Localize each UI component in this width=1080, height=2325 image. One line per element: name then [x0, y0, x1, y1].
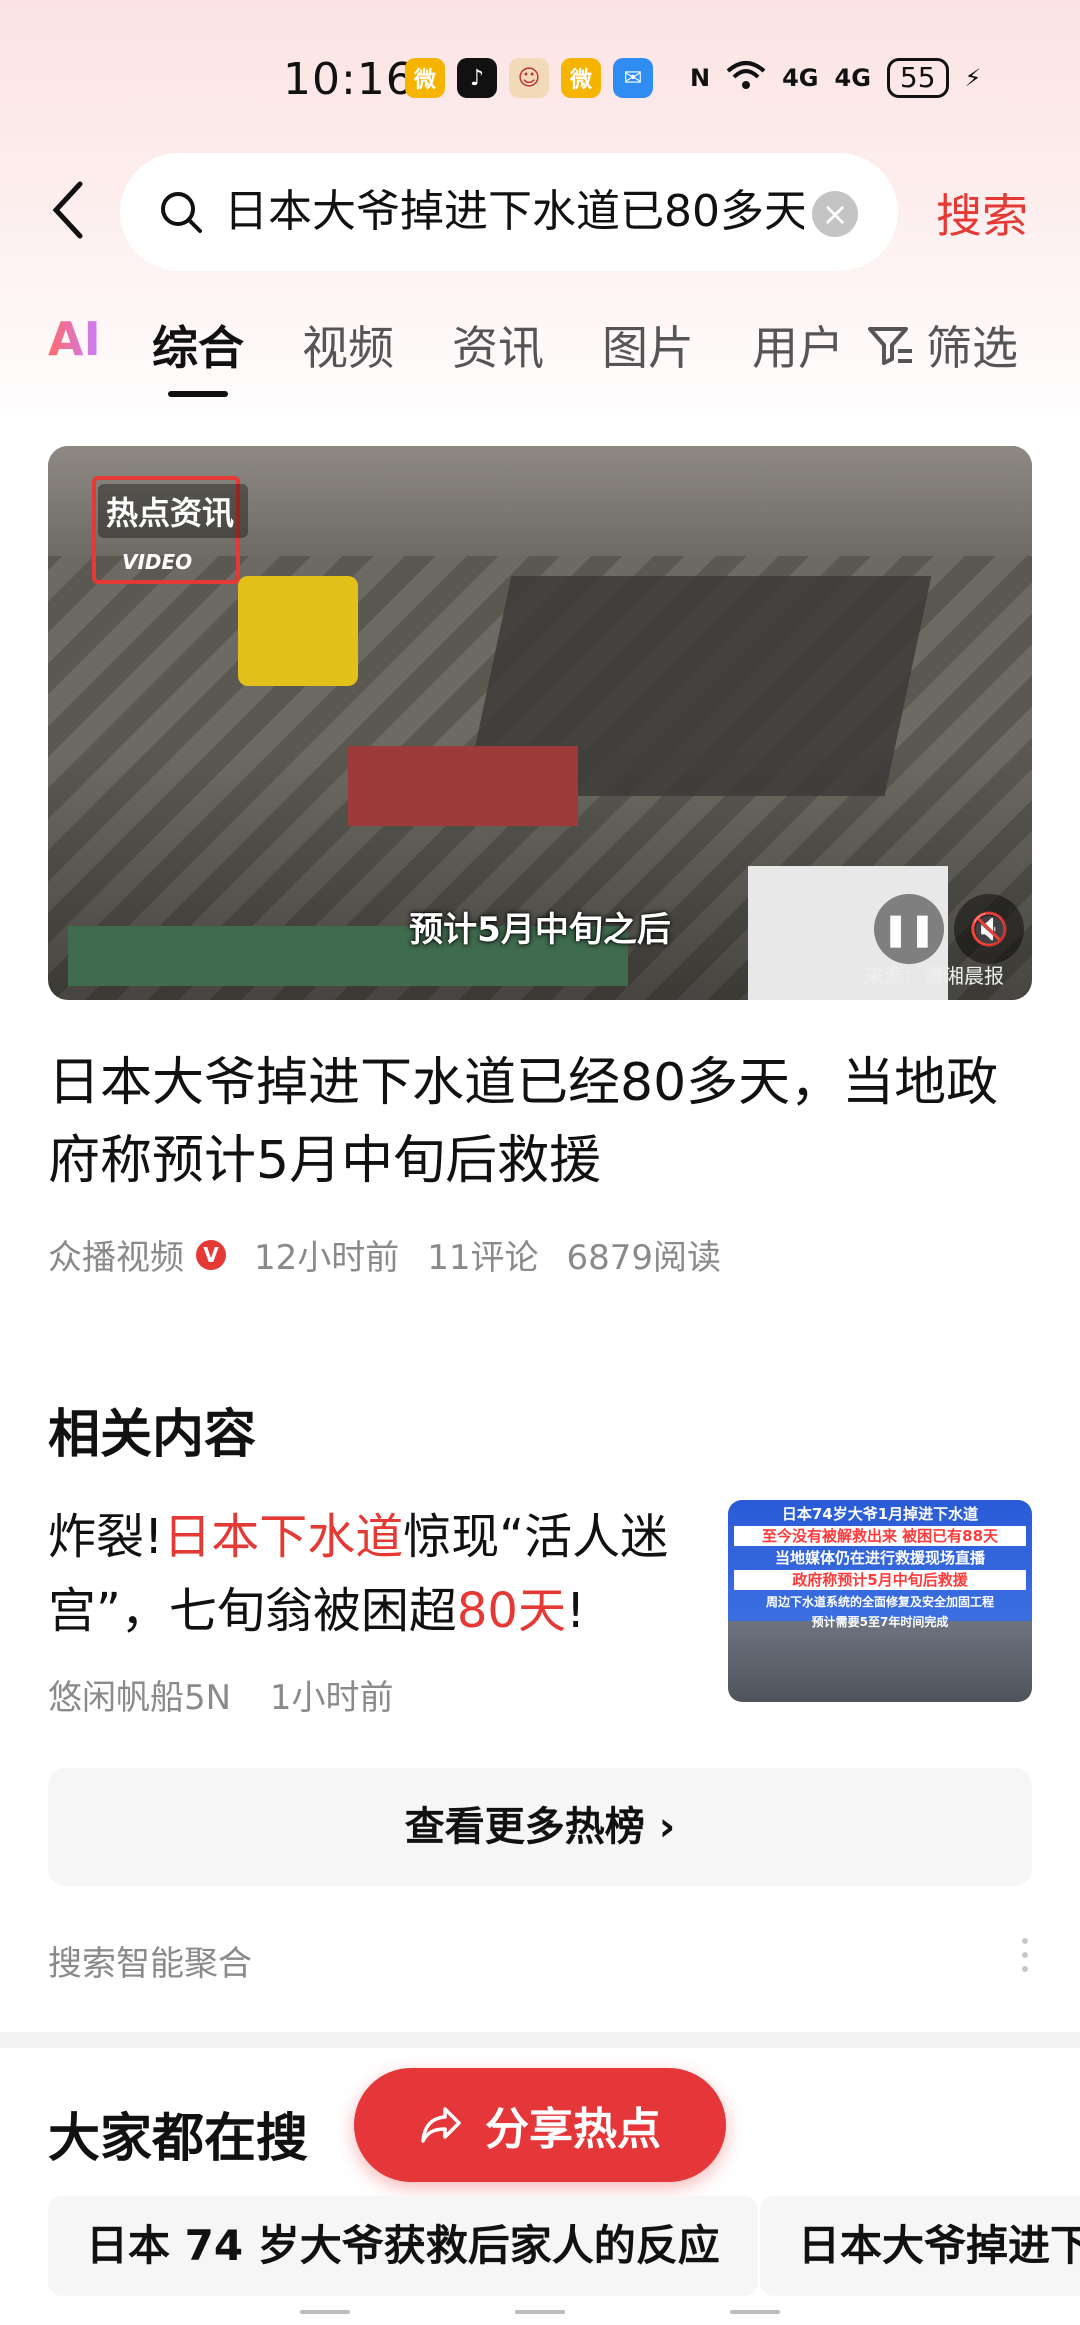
active-tab-indicator: [168, 391, 228, 397]
search-input[interactable]: 日本大爷掉进下水道已80多天: [224, 183, 804, 241]
related-author: 悠闲帆船5N: [48, 1678, 232, 1718]
search-suggestion-chip[interactable]: 日本 74 岁大爷获救后家人的反应: [48, 2196, 758, 2296]
wifi-icon: [726, 59, 766, 97]
tab-ai[interactable]: AI: [48, 312, 101, 366]
thumb-caption: 当地媒体仍在进行救援现场直播: [774, 1549, 985, 1567]
related-item-meta: 悠闲帆船5N 1小时前: [48, 1670, 422, 1719]
related-time: 1小时前: [269, 1678, 394, 1718]
tab-comprehensive[interactable]: 综合: [152, 312, 244, 378]
chevron-right-icon: ›: [658, 1804, 676, 1850]
mute-icon[interactable]: 🔇: [954, 894, 1024, 964]
search-icon: [158, 189, 204, 239]
cartoon-app-icon: ☺: [509, 58, 549, 98]
article-time: 12小时前: [254, 1238, 400, 1278]
everyone-searching-heading: 大家都在搜: [48, 2109, 309, 2169]
article-meta: 众播视频 V 12小时前 11评论 6879阅读: [48, 1230, 749, 1279]
filter-label: 筛选: [926, 321, 1018, 375]
nav-home-icon[interactable]: [515, 2310, 565, 2314]
video-tag: 热点资讯: [98, 484, 249, 538]
related-item-title[interactable]: 炸裂!日本下水道惊现“活人迷宫”，七旬翁被困超80天!: [48, 1500, 688, 1648]
battery-indicator: 55: [886, 58, 949, 98]
section-divider: [0, 2032, 1080, 2048]
video-player[interactable]: 热点资讯 VIDEO 预计5月中旬之后 ❚❚ 🔇 来源：潇湘晨报: [48, 446, 1032, 1000]
notification-icons: 微 ♪ ☺ 微 ✉: [405, 58, 653, 98]
related-thumbnail[interactable]: 日本74岁大爷1月掉进下水道 至今没有被解救出来 被困已有88天 当地媒体仍在进…: [728, 1500, 1032, 1702]
tiktok-icon: ♪: [457, 58, 497, 98]
video-scene: [348, 746, 578, 826]
back-button[interactable]: [50, 180, 86, 240]
share-hot-button[interactable]: 分享热点: [354, 2068, 726, 2182]
related-highlight: 日本下水道: [163, 1509, 404, 1565]
more-hot-button[interactable]: 查看更多热榜 ›: [48, 1768, 1032, 1886]
tab-users[interactable]: 用户: [752, 312, 844, 378]
video-brand-label: VIDEO: [122, 550, 193, 574]
verified-icon: V: [196, 1239, 226, 1270]
clear-icon[interactable]: ×: [812, 191, 858, 237]
weibo-icon: 微: [405, 58, 445, 98]
tab-images[interactable]: 图片: [602, 312, 694, 378]
system-status-icons: N 4G 4G 55 ⚡: [690, 58, 981, 98]
share-hot-label: 分享热点: [485, 2104, 661, 2155]
thumb-caption: 预计需要5至7年时间完成: [811, 1615, 949, 1629]
article-reads: 6879阅读: [566, 1238, 722, 1278]
related-highlight: 80天: [456, 1583, 566, 1639]
video-source: 来源：潇湘晨报: [864, 964, 1004, 988]
thumb-caption: 周边下水道系统的全面修复及安全加固工程: [765, 1595, 994, 1609]
aggregate-label: 搜索智能聚合: [48, 1944, 252, 1984]
more-hot-label: 查看更多热榜: [404, 1804, 645, 1850]
search-tabs: AI 综合 视频 资讯 图片 用户 筛选: [0, 312, 1080, 397]
search-bar[interactable]: 日本大爷掉进下水道已80多天 ×: [120, 153, 898, 271]
signal-4g-icon: 4G: [834, 64, 871, 92]
search-suggestion-chip[interactable]: 日本大爷掉进下: [760, 2196, 1080, 2296]
filter-button[interactable]: 筛选: [866, 312, 1018, 378]
chevron-left-icon: [52, 181, 83, 239]
article-title[interactable]: 日本大爷掉进下水道已经80多天，当地政府称预计5月中旬后救援: [48, 1044, 1008, 1200]
video-scene: [238, 576, 358, 686]
thumb-caption: 至今没有被解救出来 被困已有88天: [734, 1526, 1026, 1546]
status-bar: 10:16 微 ♪ ☺ 微 ✉ N 4G 4G 55 ⚡: [0, 50, 1080, 110]
search-button[interactable]: 搜索: [936, 180, 1028, 246]
nav-recents-icon[interactable]: [730, 2310, 780, 2314]
nav-back-icon[interactable]: [300, 2310, 350, 2314]
pause-icon[interactable]: ❚❚: [874, 894, 944, 964]
signal-4g-icon: 4G: [782, 64, 819, 92]
tab-news[interactable]: 资讯: [452, 312, 544, 378]
message-app-icon: ✉: [613, 58, 653, 98]
status-time: 10:16: [283, 54, 415, 105]
thumb-caption: 日本74岁大爷1月掉进下水道: [781, 1505, 979, 1523]
nfc-icon: N: [690, 64, 711, 92]
tab-video[interactable]: 视频: [302, 312, 394, 378]
system-nav-bar: [0, 2300, 1080, 2325]
related-text: !: [565, 1583, 586, 1639]
share-icon: [421, 2107, 461, 2143]
related-heading: 相关内容: [48, 1405, 257, 1465]
thumb-caption: 政府称预计5月中旬后救援: [734, 1570, 1026, 1590]
more-options-icon[interactable]: [1022, 1938, 1028, 1972]
article-comments: 11评论: [427, 1238, 539, 1278]
filter-icon: [868, 327, 912, 365]
article-author[interactable]: 众播视频: [48, 1230, 184, 1279]
related-text: 炸裂!: [48, 1509, 164, 1565]
charging-icon: ⚡: [964, 64, 982, 92]
weibo-icon: 微: [561, 58, 601, 98]
